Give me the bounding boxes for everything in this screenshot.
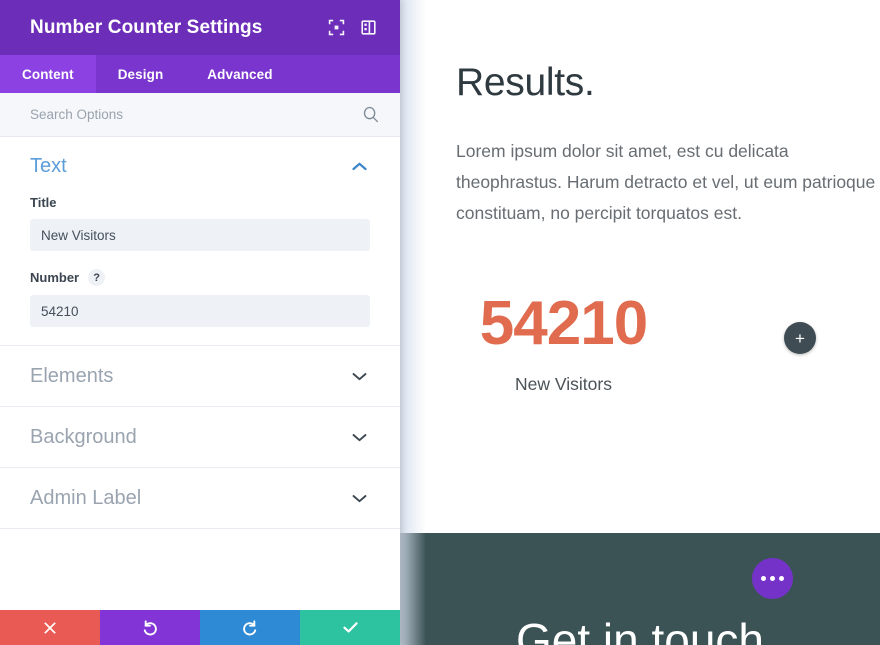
tab-advanced-label: Advanced	[207, 66, 273, 82]
plus-icon: +	[795, 328, 805, 348]
close-x-icon	[44, 621, 56, 634]
settings-panel-header: Number Counter Settings	[0, 0, 400, 55]
title-input[interactable]	[30, 219, 370, 251]
settings-action-bar	[0, 610, 400, 645]
chevron-down-icon[interactable]	[348, 426, 370, 448]
add-module-button[interactable]: +	[784, 322, 816, 354]
section-text: Text Title Number ?	[0, 137, 400, 346]
footer-section: Get in touch	[400, 533, 880, 645]
tab-design[interactable]: Design	[96, 55, 186, 93]
search-input[interactable]	[30, 107, 362, 122]
section-text-title: Text	[30, 154, 67, 177]
page-preview: Results. Lorem ipsum dolor sit amet, est…	[400, 0, 880, 645]
redo-button[interactable]	[200, 610, 300, 645]
footer-heading: Get in touch	[515, 614, 765, 645]
undo-arrow-icon	[143, 619, 157, 635]
dot-3-icon	[779, 576, 784, 581]
undo-button[interactable]	[100, 610, 200, 645]
section-text-header[interactable]: Text	[30, 137, 370, 195]
tab-content-label: Content	[22, 66, 74, 82]
section-background[interactable]: Background	[0, 407, 400, 468]
preview-heading: Results.	[456, 61, 595, 104]
divi-builder-screen: Results. Lorem ipsum dolor sit amet, est…	[0, 0, 880, 645]
number-input[interactable]	[30, 295, 370, 327]
panel-layout-icon[interactable]	[354, 14, 382, 42]
tab-advanced[interactable]: Advanced	[185, 55, 294, 93]
chevron-up-icon[interactable]	[348, 155, 370, 177]
search-options-bar	[0, 93, 400, 137]
settings-sections: Text Title Number ?	[0, 137, 400, 610]
chevron-down-icon[interactable]	[348, 365, 370, 387]
discard-button[interactable]	[0, 610, 100, 645]
number-counter-module[interactable]: 54210 New Visitors	[456, 291, 671, 395]
checkmark-icon	[342, 622, 358, 633]
module-settings-panel: Number Counter Settings Content Design A…	[0, 0, 400, 645]
preview-content: Results. Lorem ipsum dolor sit amet, est…	[456, 0, 880, 395]
settings-panel-title: Number Counter Settings	[30, 16, 263, 38]
fullscreen-expand-icon[interactable]	[322, 14, 350, 42]
tab-design-label: Design	[117, 66, 164, 82]
field-title: Title	[30, 195, 370, 251]
field-number-label: Number ?	[30, 269, 370, 286]
section-elements[interactable]: Elements	[0, 346, 400, 407]
tab-content[interactable]: Content	[0, 55, 96, 93]
redo-arrow-icon	[243, 619, 257, 635]
section-background-title: Background	[30, 425, 137, 448]
counter-label: New Visitors	[515, 373, 612, 394]
dot-2-icon	[770, 576, 775, 581]
settings-tabs: Content Design Advanced	[0, 55, 400, 93]
section-elements-title: Elements	[30, 364, 114, 387]
counter-number: 54210	[479, 288, 648, 358]
module-settings-dots-button[interactable]	[752, 558, 793, 599]
preview-paragraph: Lorem ipsum dolor sit amet, est cu delic…	[456, 140, 876, 223]
save-button[interactable]	[300, 610, 400, 645]
search-icon[interactable]	[362, 106, 380, 124]
section-admin-label-title: Admin Label	[30, 486, 142, 509]
chevron-down-icon[interactable]	[348, 487, 370, 509]
field-title-label: Title	[30, 195, 57, 210]
dot-1-icon	[761, 576, 766, 581]
field-number: Number ?	[30, 269, 370, 327]
help-question-icon[interactable]: ?	[88, 269, 106, 286]
section-admin-label[interactable]: Admin Label	[0, 468, 400, 529]
